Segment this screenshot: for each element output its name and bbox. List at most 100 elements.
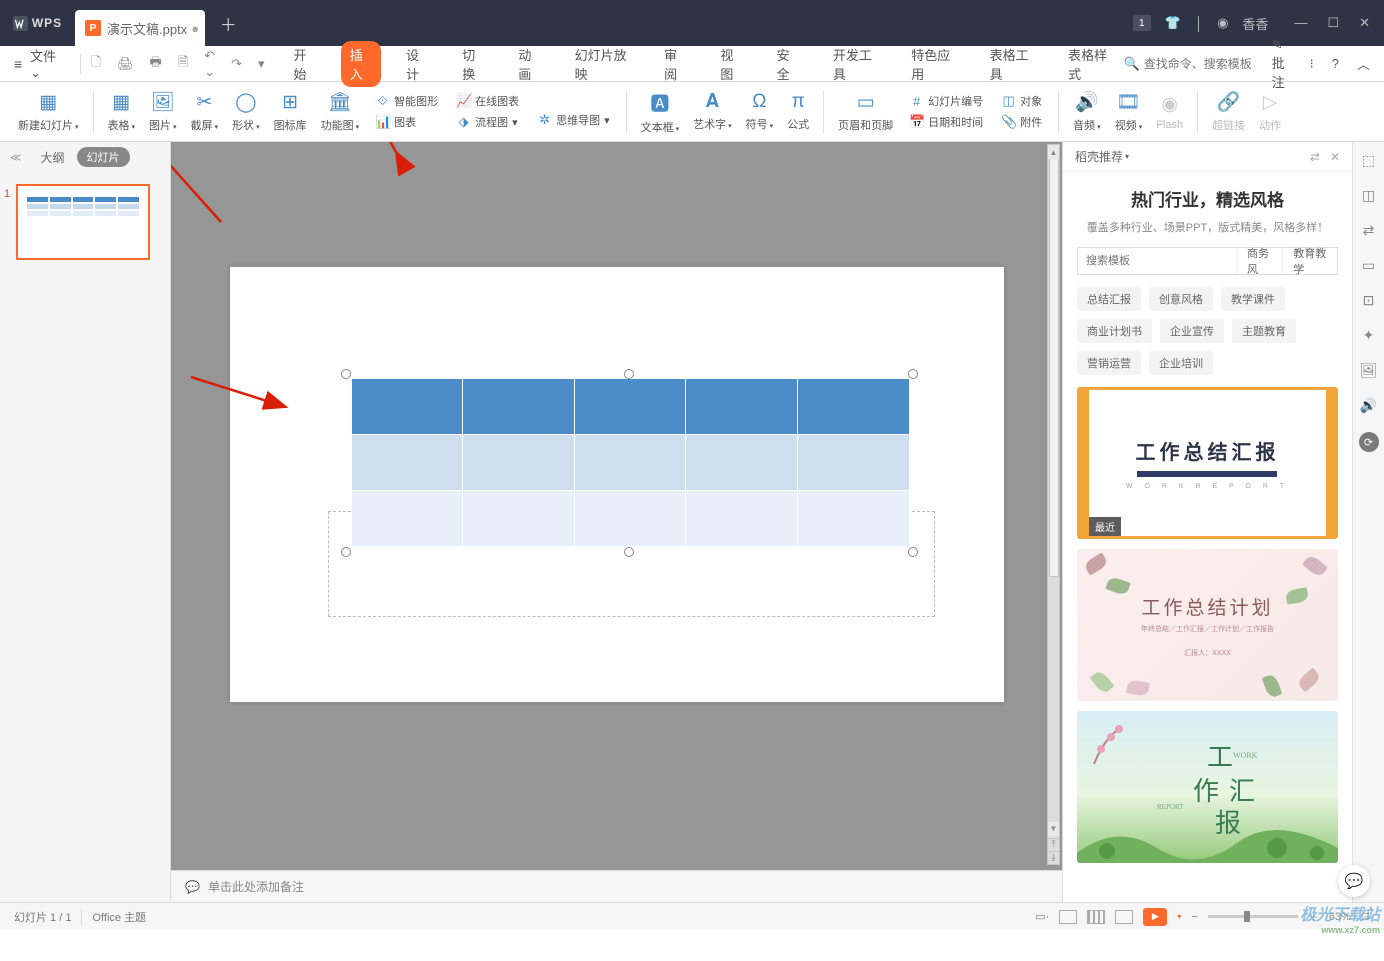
- tab-insert[interactable]: 插入: [341, 41, 381, 87]
- slide[interactable]: [230, 267, 1004, 702]
- panel-close-icon[interactable]: ✕: [1330, 150, 1340, 164]
- normal-view-icon[interactable]: [1059, 910, 1077, 924]
- notification-badge[interactable]: 1: [1133, 15, 1151, 31]
- picture-button[interactable]: 🖼图片▾: [143, 86, 183, 138]
- tab-animation[interactable]: 动画: [509, 41, 549, 87]
- tab-special[interactable]: 特色应用: [902, 41, 964, 87]
- datetime-button[interactable]: 📅日期和时间: [905, 113, 987, 131]
- template-card-3[interactable]: 工 WORK 汇 作 报 REPORT: [1077, 711, 1338, 863]
- tab-slideshow[interactable]: 幻灯片放映: [566, 41, 640, 87]
- collapse-panel-icon[interactable]: ≪: [10, 151, 22, 164]
- tab-review[interactable]: 审阅: [655, 41, 695, 87]
- notes-bar[interactable]: 💬 单击此处添加备注: [171, 870, 1062, 902]
- more-quick-icon[interactable]: ▾: [258, 56, 265, 72]
- tab-home[interactable]: 开始: [285, 41, 325, 87]
- tag-business-plan[interactable]: 商业计划书: [1077, 319, 1152, 343]
- slideshow-button[interactable]: ▶: [1143, 908, 1167, 926]
- slide-thumbnail[interactable]: 1: [16, 184, 154, 260]
- undo-icon[interactable]: ↶ ⌄: [204, 48, 215, 80]
- notes-toggle-icon[interactable]: ▭·: [1035, 910, 1049, 923]
- slide-number-button[interactable]: #幻灯片编号: [905, 92, 987, 110]
- settings-icon[interactable]: ⁝: [1310, 56, 1314, 72]
- smart-shape-button[interactable]: ⟐智能图形: [371, 92, 442, 110]
- rail-animation-icon[interactable]: ✦: [1363, 327, 1375, 344]
- resize-handle-nw[interactable]: [341, 369, 351, 379]
- tag-theme-edu[interactable]: 主题教育: [1232, 319, 1296, 343]
- tag-corporate[interactable]: 企业宣传: [1160, 319, 1224, 343]
- table-button[interactable]: ▦表格▾: [102, 86, 142, 138]
- tab-view[interactable]: 视图: [711, 41, 751, 87]
- tag-summary[interactable]: 总结汇报: [1077, 287, 1141, 311]
- scroll-down-icon[interactable]: ▼: [1048, 822, 1059, 836]
- rail-ai-icon[interactable]: ⟳: [1359, 432, 1379, 452]
- template-card-1[interactable]: 工作总结汇报 W O R K R E P O R T 最近: [1077, 387, 1338, 539]
- user-name[interactable]: 香香: [1242, 14, 1268, 33]
- approve-button[interactable]: ✎ 批注: [1272, 37, 1292, 91]
- scroll-thumb[interactable]: [1049, 146, 1059, 577]
- slides-tab[interactable]: 幻灯片: [77, 147, 130, 167]
- flowchart-button[interactable]: ⬗流程图 ▾: [452, 113, 523, 131]
- video-button[interactable]: 🎞视频▾: [1109, 86, 1149, 138]
- shape-button[interactable]: ◯形状▾: [226, 86, 266, 138]
- inserted-table[interactable]: [351, 378, 910, 547]
- chat-bubble-icon[interactable]: 💬: [1338, 865, 1370, 897]
- chart-button[interactable]: 📊图表: [371, 113, 442, 131]
- tag-marketing[interactable]: 营销运营: [1077, 351, 1141, 375]
- tab-transition[interactable]: 切换: [453, 41, 493, 87]
- command-search[interactable]: 🔍: [1124, 56, 1254, 72]
- redo-icon[interactable]: ↷: [231, 56, 242, 72]
- search-opt-edu[interactable]: 教育教学: [1282, 248, 1337, 274]
- hamburger-icon[interactable]: ≡: [14, 56, 22, 72]
- object-button[interactable]: ◫对象: [997, 92, 1046, 110]
- new-slide-button[interactable]: ▦新建幻灯片▾: [12, 86, 85, 138]
- new-tab-button[interactable]: ＋: [213, 11, 243, 36]
- document-tab[interactable]: P 演示文稿.pptx ●: [75, 10, 205, 46]
- minimize-icon[interactable]: ―: [1294, 15, 1307, 31]
- header-footer-button[interactable]: ▭页眉和页脚: [832, 86, 899, 138]
- rail-split-icon[interactable]: ◫: [1362, 187, 1375, 204]
- tab-design[interactable]: 设计: [397, 41, 437, 87]
- textbox-button[interactable]: 🅰文本框▾: [635, 86, 686, 138]
- print-icon[interactable]: 🖶: [149, 53, 161, 75]
- search-input[interactable]: [1144, 57, 1254, 71]
- close-tab-icon[interactable]: ●: [191, 21, 199, 36]
- help-icon[interactable]: ?: [1332, 56, 1339, 71]
- zoom-out-icon[interactable]: −: [1191, 911, 1197, 923]
- zoom-knob[interactable]: [1244, 911, 1250, 922]
- rail-image-icon[interactable]: 🖼: [1360, 362, 1378, 379]
- icon-lib-button[interactable]: ⊞图标库: [268, 86, 313, 138]
- tab-table-style[interactable]: 表格样式: [1059, 41, 1121, 87]
- func-chart-button[interactable]: 🏛功能图▾: [315, 86, 366, 138]
- search-opt-business[interactable]: 商务风: [1236, 248, 1282, 274]
- close-window-icon[interactable]: ✕: [1359, 15, 1370, 31]
- collapse-ribbon-icon[interactable]: ︿: [1357, 54, 1370, 73]
- zoom-slider[interactable]: [1208, 915, 1298, 918]
- online-chart-button[interactable]: 📈在线图表: [452, 92, 523, 110]
- reading-view-icon[interactable]: [1115, 910, 1133, 924]
- rail-props-icon[interactable]: ⊡: [1363, 292, 1375, 309]
- template-search-input[interactable]: [1078, 248, 1236, 274]
- screenshot-button[interactable]: ✂截屏▾: [185, 86, 225, 138]
- tag-training[interactable]: 企业培训: [1149, 351, 1213, 375]
- tab-developer[interactable]: 开发工具: [824, 41, 886, 87]
- symbol-button[interactable]: Ω符号▾: [740, 86, 780, 138]
- skin-icon[interactable]: 👕: [1165, 15, 1181, 31]
- template-card-2[interactable]: 工作总结计划 年终总结／工作汇报／工作计划／工作报告 汇报人：XXXX: [1077, 549, 1338, 701]
- tag-courseware[interactable]: 教学课件: [1221, 287, 1285, 311]
- audio-button[interactable]: 🔊音频▾: [1067, 86, 1107, 138]
- print-preview-icon[interactable]: 🖨: [117, 56, 134, 72]
- panel-menu-icon[interactable]: ⇄: [1310, 150, 1320, 164]
- rail-audio-icon[interactable]: 🔊: [1360, 397, 1377, 414]
- tab-table-tools[interactable]: 表格工具: [981, 41, 1043, 87]
- rail-select-icon[interactable]: ▭: [1362, 257, 1375, 274]
- equation-button[interactable]: π公式: [781, 86, 815, 138]
- next-slide-icon[interactable]: ⤓: [1048, 851, 1059, 864]
- prev-slide-icon[interactable]: ⤒: [1048, 838, 1059, 851]
- attachment-button[interactable]: 📎附件: [997, 113, 1046, 131]
- maximize-icon[interactable]: ☐: [1327, 15, 1339, 31]
- save-icon[interactable]: 🗋: [90, 53, 100, 75]
- rail-transition-icon[interactable]: ⇄: [1363, 222, 1375, 239]
- canvas-background[interactable]: ▲ ▼ ⤒⤓: [171, 142, 1062, 870]
- scroll-up-icon[interactable]: ▲: [1048, 145, 1059, 159]
- tag-creative[interactable]: 创意风格: [1149, 287, 1213, 311]
